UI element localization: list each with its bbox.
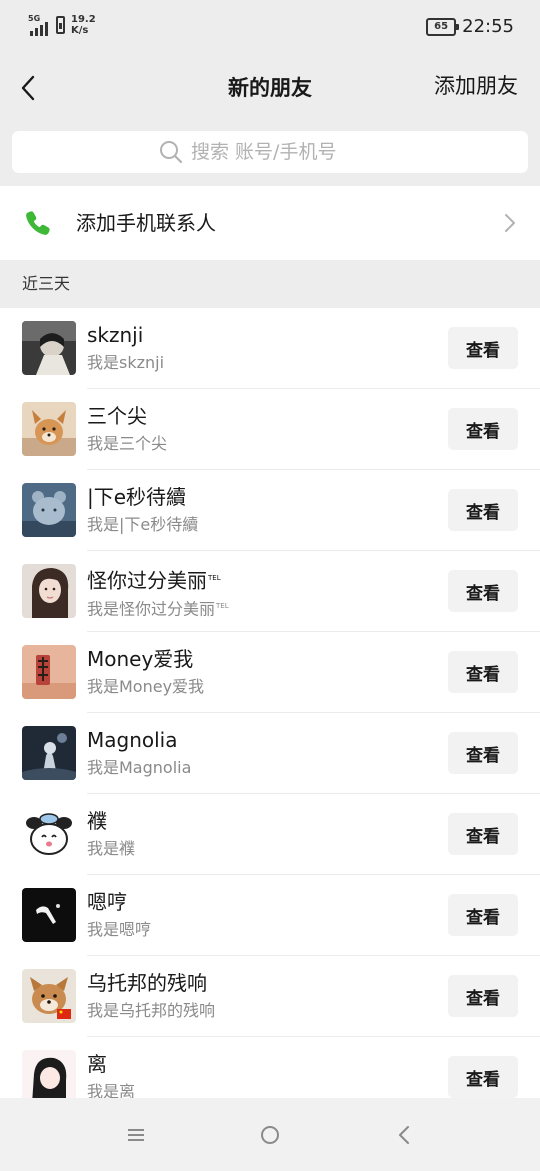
sim-icon: [56, 16, 65, 34]
status-left: 5G 19.2 K/s: [28, 14, 96, 36]
menu-button[interactable]: [121, 1120, 151, 1150]
avatar: [22, 807, 76, 861]
friend-name: |下e秒待續: [87, 485, 187, 509]
search-bar[interactable]: [12, 131, 528, 173]
system-back-button[interactable]: [389, 1120, 419, 1150]
menu-icon: [128, 1129, 144, 1141]
avatar: [22, 1050, 76, 1098]
avatar: [22, 564, 76, 618]
list-item[interactable]: 离 我是离 查看: [0, 1037, 540, 1098]
add-phone-contacts-label: 添加手机联系人: [76, 211, 216, 235]
friend-name: 嗯哼: [87, 890, 127, 914]
list-item[interactable]: 乌托邦的残响 我是乌托邦的残响 查看: [0, 956, 540, 1037]
friend-message: 我是离: [87, 1082, 136, 1098]
list-item[interactable]: 嗯哼 我是嗯哼 查看: [0, 875, 540, 956]
signal-icon: 5G: [28, 14, 50, 36]
friend-name: skznji: [87, 323, 144, 347]
view-button[interactable]: 查看: [448, 813, 518, 855]
friend-name: 乌托邦的残响: [87, 971, 207, 995]
view-button[interactable]: 查看: [448, 975, 518, 1017]
status-bar: 5G 19.2 K/s 65 22:55: [0, 0, 540, 56]
friend-message: 我是|下e秒待續: [87, 515, 199, 534]
list-item[interactable]: 怪你过分美丽TEL 我是怪你过分美丽TEL 查看: [0, 551, 540, 632]
friend-name: 襥: [87, 809, 107, 833]
system-nav-bar: [0, 1098, 540, 1171]
tel-badge: TEL: [216, 602, 229, 610]
view-button[interactable]: 查看: [448, 732, 518, 774]
view-button[interactable]: 查看: [448, 1056, 518, 1098]
friend-name: 怪你过分美丽TEL: [87, 564, 221, 595]
search-icon: [160, 141, 183, 164]
chevron-right-icon: [505, 214, 515, 232]
list-item[interactable]: Magnolia 我是Magnolia 查看: [0, 713, 540, 794]
avatar: [22, 645, 76, 699]
add-phone-contacts-row[interactable]: 添加手机联系人: [0, 186, 540, 260]
network-speed-value: 19.2: [71, 14, 96, 25]
list-item[interactable]: 三个尖 我是三个尖 查看: [0, 389, 540, 470]
section-header: 近三天: [0, 260, 540, 308]
friend-message: 我是三个尖: [87, 434, 168, 453]
section-label: 近三天: [22, 274, 71, 293]
list-item[interactable]: |下e秒待續 我是|下e秒待續 查看: [0, 470, 540, 551]
friend-message: 我是襥: [87, 839, 136, 858]
network-speed: 19.2 K/s: [71, 14, 96, 36]
avatar: [22, 969, 76, 1023]
view-button[interactable]: 查看: [448, 651, 518, 693]
avatar: [22, 888, 76, 942]
avatar: [22, 726, 76, 780]
status-right: 65 22:55: [426, 16, 514, 37]
search-input[interactable]: [191, 141, 381, 163]
clock: 22:55: [462, 16, 514, 37]
friend-name: Money爱我: [87, 647, 194, 671]
list-item[interactable]: Money爱我 我是Money爱我 查看: [0, 632, 540, 713]
system-back-icon: [399, 1126, 409, 1144]
view-button[interactable]: 查看: [448, 327, 518, 369]
battery-level: 65: [434, 20, 449, 32]
avatar: [22, 483, 76, 537]
friend-message: 我是Money爱我: [87, 677, 205, 696]
friend-message-text: 我是怪你过分美丽: [87, 599, 216, 619]
view-button[interactable]: 查看: [448, 489, 518, 531]
friend-request-list: skznji 我是skznji 查看 三个尖 我是三个尖 查看 |下e秒待續 我…: [0, 308, 540, 1098]
friend-message: 我是怪你过分美丽TEL: [87, 595, 229, 620]
home-circle-icon: [261, 1126, 279, 1144]
tel-badge: TEL: [208, 574, 221, 582]
avatar: [22, 402, 76, 456]
nav-bar: 新的朋友 添加朋友: [0, 56, 540, 120]
friend-message: 我是乌托邦的残响: [87, 1001, 216, 1020]
view-button[interactable]: 查看: [448, 408, 518, 450]
battery-icon: 65: [426, 17, 460, 36]
view-button[interactable]: 查看: [448, 570, 518, 612]
network-speed-unit: K/s: [71, 25, 89, 36]
friend-name: 三个尖: [87, 404, 147, 428]
phone-icon: [26, 211, 50, 235]
friend-message: 我是嗯哼: [87, 920, 152, 939]
home-button[interactable]: [255, 1120, 285, 1150]
add-friend-button[interactable]: 添加朋友: [434, 70, 518, 102]
friend-name: 离: [87, 1052, 107, 1076]
friend-name-text: 怪你过分美丽: [87, 568, 207, 593]
friend-message: 我是skznji: [87, 353, 165, 372]
list-item[interactable]: skznji 我是skznji 查看: [0, 308, 540, 389]
list-item[interactable]: 襥 我是襥 查看: [0, 794, 540, 875]
friend-name: Magnolia: [87, 728, 178, 752]
friend-message: 我是Magnolia: [87, 758, 192, 777]
view-button[interactable]: 查看: [448, 894, 518, 936]
avatar: [22, 321, 76, 375]
